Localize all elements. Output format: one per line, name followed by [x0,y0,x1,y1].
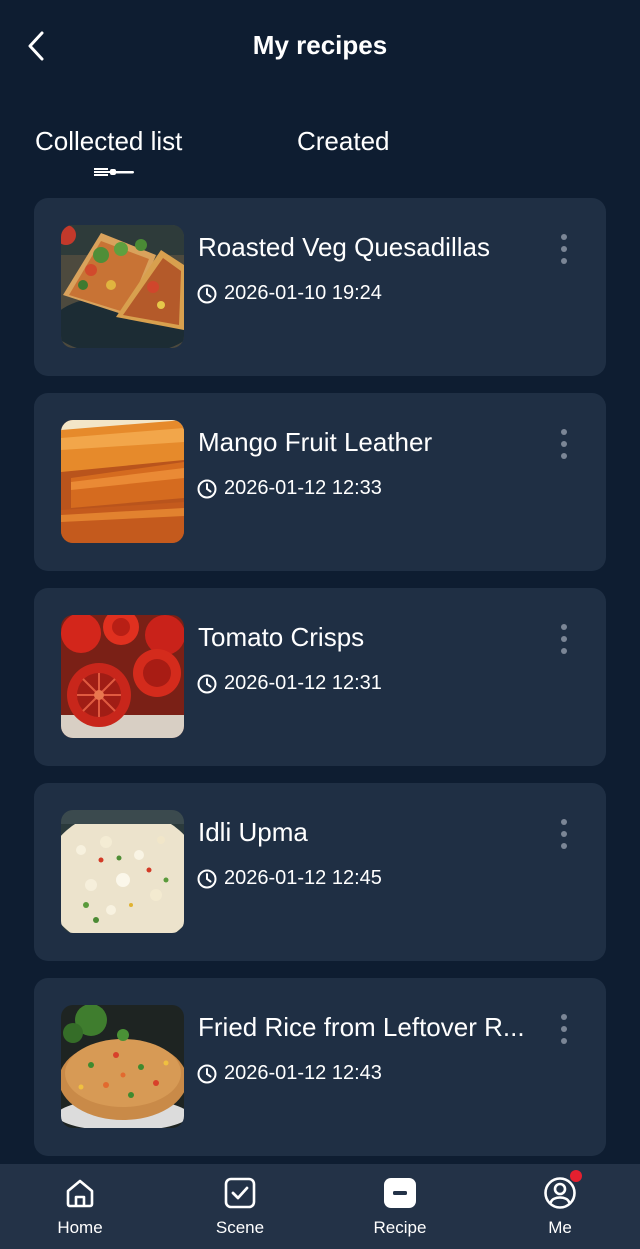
profile-icon [543,1170,582,1210]
recipe-timestamp: 2026-01-12 12:45 [197,867,382,890]
recipe-thumbnail-image [61,420,184,543]
notification-badge [570,1170,582,1182]
header: My recipes [0,0,640,96]
nav-recipe-label: Recipe [373,1218,427,1237]
more-options-button[interactable] [552,624,576,654]
more-vertical-icon [561,1014,567,1020]
recipe-time-text: 2026-01-12 12:33 [224,477,382,499]
clock-icon [197,479,217,498]
home-icon [63,1176,97,1210]
nav-me-label: Me [548,1218,572,1237]
nav-home[interactable]: Home [0,1164,160,1249]
recipe-thumbnail-image [61,810,184,933]
recipe-card[interactable]: Roasted Veg Quesadillas 2026-01-10 19:24 [34,198,606,376]
more-vertical-icon [561,624,567,630]
recipe-card[interactable]: Fried Rice from Leftover R... 2026-01-12… [34,978,606,1156]
active-tab-fork-indicator-icon [92,163,136,181]
recipe-card[interactable]: Mango Fruit Leather 2026-01-12 12:33 [34,393,606,571]
more-options-button[interactable] [552,429,576,459]
recipe-timestamp: 2026-01-10 19:24 [197,282,382,305]
more-vertical-icon [561,819,567,825]
more-options-button[interactable] [552,234,576,264]
page-title: My recipes [252,30,388,60]
recipe-time-text: 2026-01-10 19:24 [224,282,382,304]
nav-scene-label: Scene [215,1218,265,1237]
recipe-thumbnail-image [61,1005,184,1128]
recipe-list: Roasted Veg Quesadillas 2026-01-10 19:24 [34,198,606,1173]
recipe-time-text: 2026-01-12 12:31 [224,672,382,694]
recipe-time-text: 2026-01-12 12:43 [224,1062,382,1084]
clock-icon [197,1064,217,1083]
tab-created[interactable]: Created [297,126,390,157]
clock-icon [197,284,217,303]
more-vertical-icon [561,429,567,435]
scene-checkbox-icon [223,1176,257,1210]
recipe-title: Fried Rice from Leftover R... [198,1012,525,1042]
recipe-thumbnail-image [61,615,184,738]
recipe-card[interactable]: Idli Upma 2026-01-12 12:45 [34,783,606,961]
nav-scene[interactable]: Scene [160,1164,320,1249]
recipe-title: Mango Fruit Leather [198,427,433,457]
more-vertical-icon [561,234,567,240]
more-options-button[interactable] [552,1014,576,1044]
recipe-timestamp: 2026-01-12 12:43 [197,1062,382,1085]
nav-me[interactable]: Me [480,1164,640,1249]
recipe-time-text: 2026-01-12 12:45 [224,867,382,889]
clock-icon [197,674,217,693]
recipe-icon [383,1176,417,1210]
recipe-title: Idli Upma [198,817,308,847]
nav-recipe[interactable]: Recipe [320,1164,480,1249]
recipe-timestamp: 2026-01-12 12:33 [197,477,382,500]
recipe-title: Tomato Crisps [198,622,365,652]
recipe-timestamp: 2026-01-12 12:31 [197,672,382,695]
tab-bar: Collected list Created [0,120,640,190]
tab-collected-list[interactable]: Collected list [35,126,182,157]
recipe-thumbnail-image [61,225,184,348]
bottom-navigation: Home Scene Recipe Me [0,1164,640,1249]
recipe-card[interactable]: Tomato Crisps 2026-01-12 12:31 [34,588,606,766]
nav-home-label: Home [57,1218,103,1237]
more-options-button[interactable] [552,819,576,849]
clock-icon [197,869,217,888]
recipe-title: Roasted Veg Quesadillas [198,232,490,262]
